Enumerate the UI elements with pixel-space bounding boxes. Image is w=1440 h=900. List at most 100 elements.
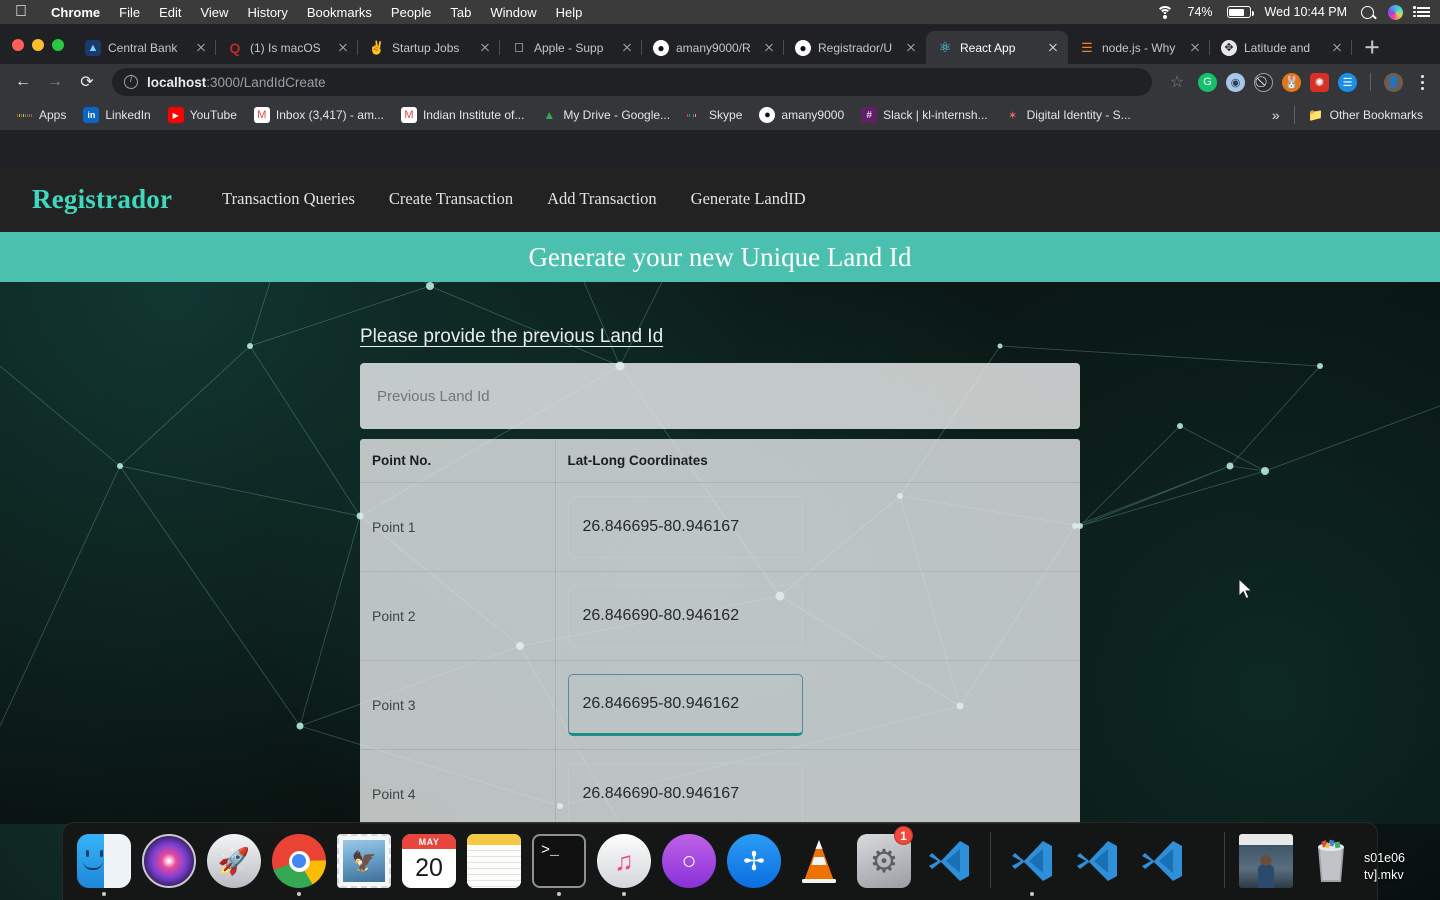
browser-tab-startup-jobs[interactable]: ✌ Startup Jobs — [358, 31, 500, 64]
dock-item-launchpad[interactable]: 🚀 — [203, 826, 265, 896]
apps-grid-icon — [17, 107, 33, 123]
profile-avatar-icon[interactable]: 👤 — [1384, 72, 1403, 92]
menu-item-tab[interactable]: Tab — [450, 5, 471, 20]
dock-divider — [1224, 832, 1225, 888]
dock-item-notes[interactable] — [463, 826, 525, 896]
metamask-extension-icon[interactable]: 🐰 — [1282, 72, 1301, 92]
forward-arrow-icon[interactable]: → — [40, 67, 70, 97]
close-window-button[interactable] — [12, 39, 24, 51]
siri-icon[interactable] — [1388, 4, 1403, 20]
coordinate-cell — [555, 749, 1080, 824]
close-tab-icon[interactable] — [193, 40, 209, 56]
dark-extension-icon[interactable]: ⃠ — [1254, 72, 1273, 92]
reload-icon[interactable]: ⟳ — [72, 67, 102, 97]
site-info-icon[interactable] — [124, 74, 138, 89]
close-tab-icon[interactable] — [619, 40, 635, 56]
apple-logo-icon[interactable]:  — [10, 4, 32, 20]
star-icon[interactable]: ☆ — [1162, 67, 1192, 97]
dock-item-vscode-window-3[interactable] — [1131, 826, 1193, 896]
dock-item-vscode[interactable] — [918, 826, 980, 896]
dock-item-trash[interactable] — [1300, 826, 1362, 896]
close-tab-icon[interactable] — [477, 40, 493, 56]
back-arrow-icon[interactable]: ← — [8, 67, 38, 97]
browser-tab-latitude[interactable]: ✥ Latitude and — [1210, 31, 1352, 64]
browser-tab-nodejs[interactable]: ☰ node.js - Why — [1068, 31, 1210, 64]
dock-item-podcasts[interactable]: ○ — [658, 826, 720, 896]
bookmark-linkedin[interactable]: in LinkedIn — [76, 104, 157, 126]
browser-tab-github-amany9000[interactable]: ● amany9000/R — [642, 31, 784, 64]
dock-item-app-store[interactable]: ✢ — [723, 826, 785, 896]
bookmark-indian-institute[interactable]: M Indian Institute of... — [394, 104, 531, 126]
menu-item-history[interactable]: History — [247, 5, 287, 20]
coordinate-input-point-3[interactable] — [567, 674, 803, 736]
bookmark-github[interactable]: ● amany9000 — [752, 104, 851, 126]
dock-item-vscode-window-2[interactable] — [1066, 826, 1128, 896]
menu-item-edit[interactable]: Edit — [159, 5, 181, 20]
browser-tab-central-bank[interactable]: ▲ Central Bank — [74, 31, 216, 64]
bookmark-skype[interactable]: Skype — [680, 104, 749, 126]
nav-link-create-transaction[interactable]: Create Transaction — [372, 189, 530, 209]
chevron-double-right-icon[interactable]: » — [1264, 107, 1288, 123]
close-tab-icon[interactable] — [335, 40, 351, 56]
new-tab-button[interactable] — [1358, 33, 1386, 61]
browser-tab-apple-support[interactable]:  Apple - Supp — [500, 31, 642, 64]
table-row: Point 4 — [360, 749, 1080, 824]
bookmark-digital-identity[interactable]: ✶ Digital Identity - S... — [998, 104, 1138, 126]
dock-item-terminal[interactable]: >_ — [528, 826, 590, 896]
dock-item-vscode-window-1[interactable] — [1001, 826, 1063, 896]
dock-item-mail[interactable]: 🦅 — [333, 826, 395, 896]
menu-item-people[interactable]: People — [391, 5, 431, 20]
coordinate-input-point-1[interactable] — [567, 496, 803, 558]
dock-item-vlc[interactable] — [788, 826, 850, 896]
menu-item-window[interactable]: Window — [490, 5, 536, 20]
nav-link-add-transaction[interactable]: Add Transaction — [530, 189, 674, 209]
control-center-icon[interactable] — [1413, 6, 1430, 18]
bookmark-my-drive[interactable]: ▲ My Drive - Google... — [534, 104, 677, 126]
bookmark-other-bookmarks[interactable]: 📁 Other Bookmarks — [1301, 104, 1430, 126]
dock-item-itunes[interactable]: ♫ — [593, 826, 655, 896]
bookmark-apps[interactable]: Apps — [10, 104, 73, 126]
browser-tab-quora[interactable]: Q (1) Is macOS — [216, 31, 358, 64]
close-tab-icon[interactable] — [1045, 40, 1061, 56]
bookmark-youtube[interactable]: ▶ YouTube — [161, 104, 244, 126]
vscode-glyph — [1142, 841, 1182, 881]
wifi-icon[interactable] — [1156, 5, 1174, 19]
bookmark-inbox[interactable]: M Inbox (3,417) - am... — [247, 104, 391, 126]
browser-tab-react-app[interactable]: ⚛ React App — [926, 31, 1068, 64]
close-tab-icon[interactable] — [903, 40, 919, 56]
previous-land-id-input[interactable] — [360, 363, 1080, 429]
three-dot-menu-icon[interactable] — [1412, 74, 1432, 90]
nav-link-generate-landid[interactable]: Generate LandID — [674, 189, 823, 209]
spotlight-search-icon[interactable] — [1361, 5, 1374, 19]
blue-extension-icon[interactable]: ☰ — [1338, 72, 1357, 92]
dock-item-system-preferences[interactable]: ⚙ 1 — [853, 826, 915, 896]
close-tab-icon[interactable] — [761, 40, 777, 56]
app-brand-registrador[interactable]: Registrador — [32, 184, 172, 215]
menu-item-file[interactable]: File — [119, 5, 140, 20]
menu-item-help[interactable]: Help — [556, 5, 583, 20]
menu-item-bookmarks[interactable]: Bookmarks — [307, 5, 372, 20]
red-extension-icon[interactable]: ✺ — [1310, 72, 1329, 92]
close-tab-icon[interactable] — [1329, 40, 1345, 56]
dock-item-calendar[interactable]: MAY 20 — [398, 826, 460, 896]
ring-extension-icon[interactable]: ◉ — [1226, 72, 1245, 92]
menubar-clock[interactable]: Wed 10:44 PM — [1265, 5, 1347, 19]
browser-tab-github-registrador[interactable]: ● Registrador/U — [784, 31, 926, 64]
menu-item-view[interactable]: View — [200, 5, 228, 20]
browser-tab-strip: ▲ Central Bank Q (1) Is macOS ✌ Startup … — [0, 24, 1440, 64]
battery-icon[interactable] — [1226, 6, 1254, 18]
dock-item-finder[interactable] — [73, 826, 135, 896]
grammarly-extension-icon[interactable]: G — [1198, 72, 1217, 92]
dock-item-siri[interactable] — [138, 826, 200, 896]
menu-item-chrome[interactable]: Chrome — [51, 5, 100, 20]
coordinate-input-point-2[interactable] — [567, 585, 803, 647]
bookmark-slack[interactable]: # Slack | kl-internsh... — [854, 104, 994, 126]
minimize-window-button[interactable] — [32, 39, 44, 51]
address-bar[interactable]: localhost:3000/LandIdCreate — [112, 68, 1152, 96]
dock-item-video-file[interactable] — [1235, 826, 1297, 896]
zoom-window-button[interactable] — [52, 39, 64, 51]
close-tab-icon[interactable] — [1187, 40, 1203, 56]
dock-item-chrome[interactable] — [268, 826, 330, 896]
nav-link-transaction-queries[interactable]: Transaction Queries — [205, 189, 372, 209]
coordinate-input-point-4[interactable] — [567, 763, 803, 824]
